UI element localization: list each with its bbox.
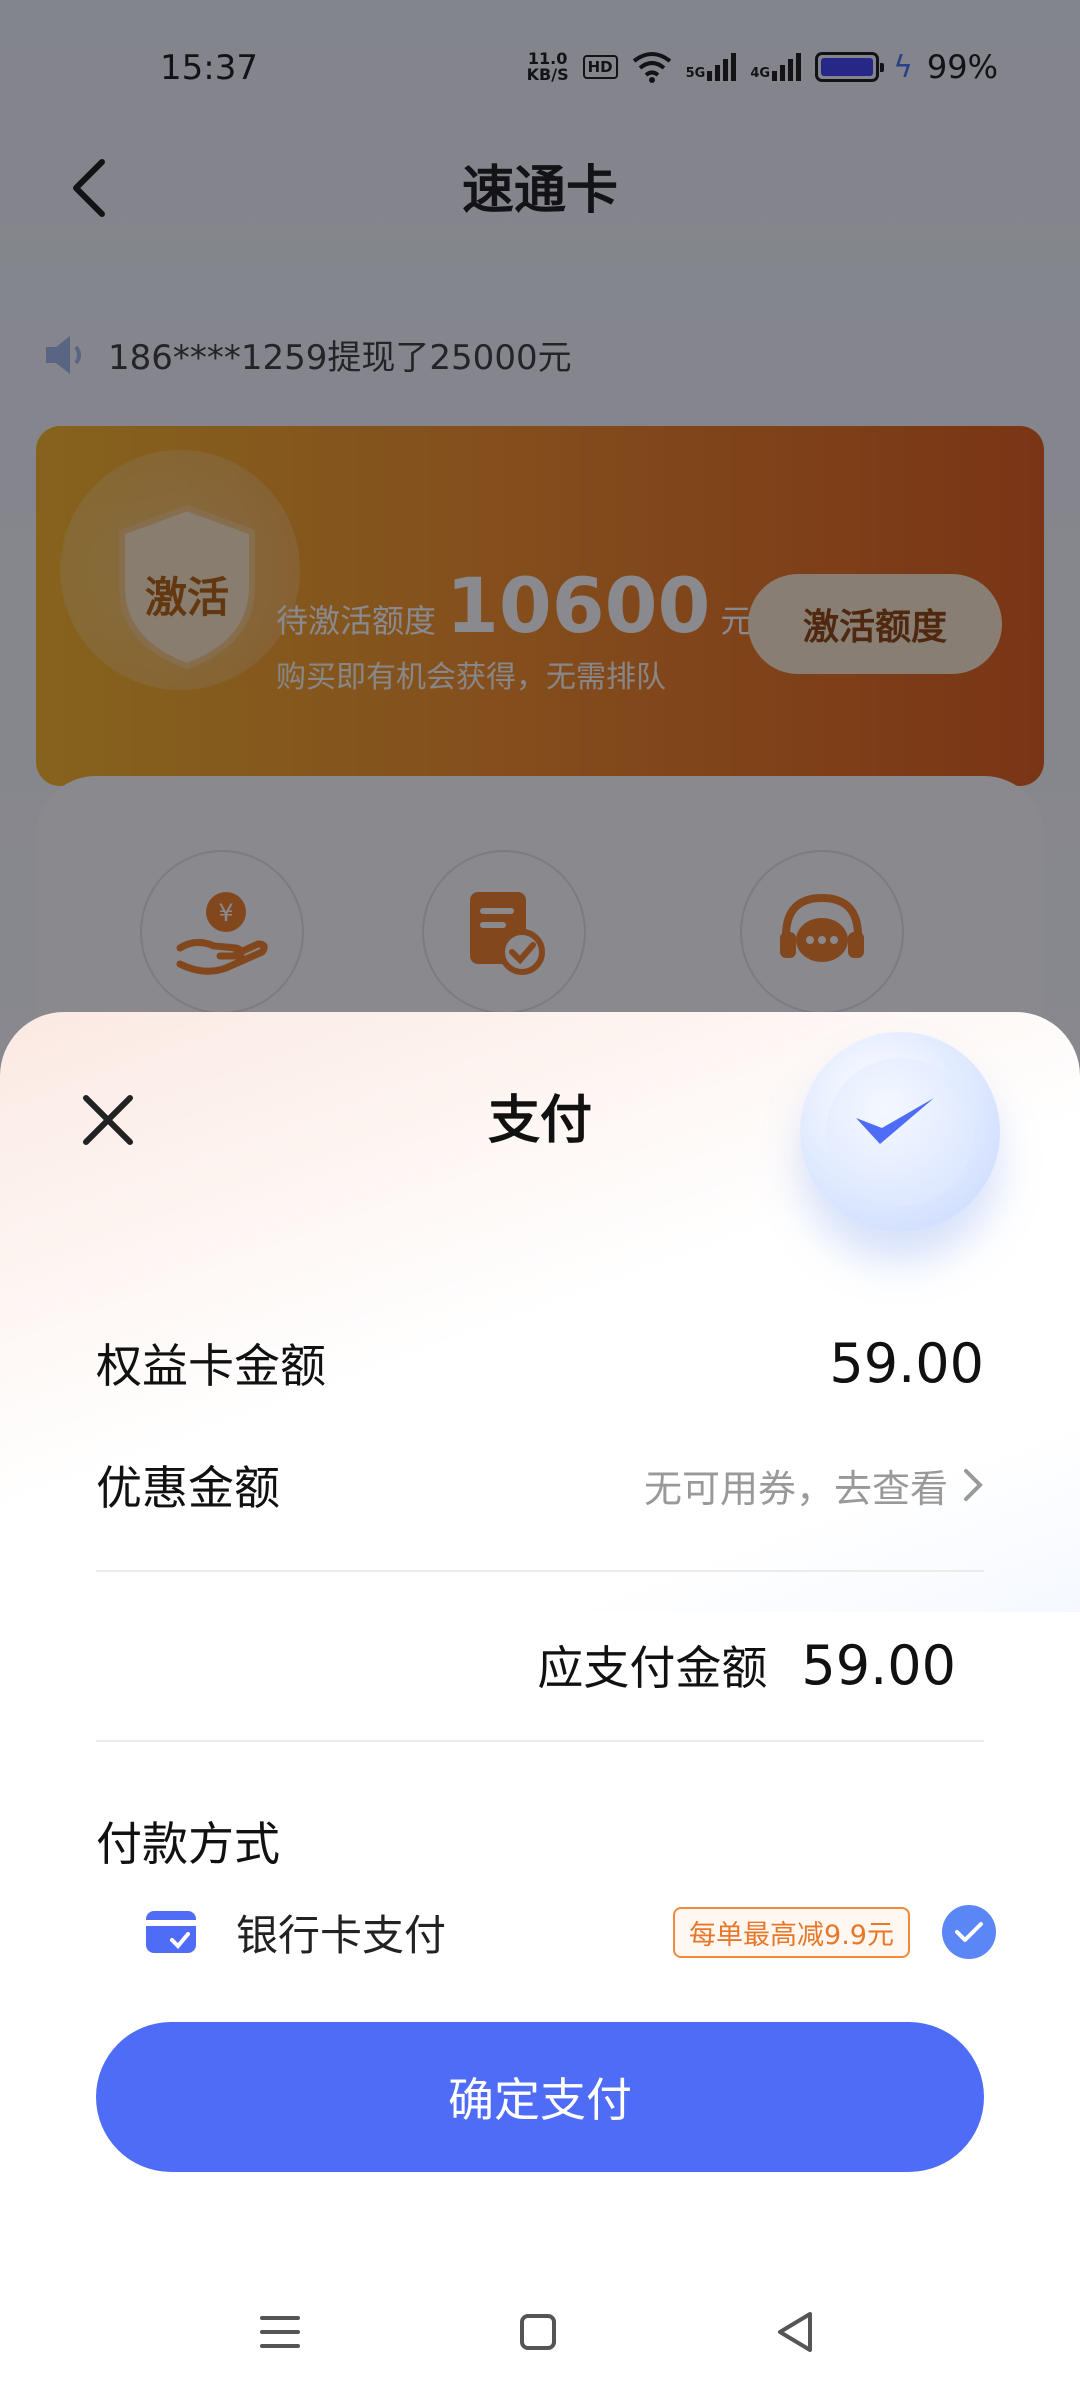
divider <box>96 1740 984 1742</box>
home-icon[interactable] <box>508 2302 568 2362</box>
bank-card-option[interactable]: 银行卡支付 每单最高减9.9元 <box>146 1892 996 1972</box>
system-nav-bar <box>0 2292 1080 2372</box>
card-amount-value: 59.00 <box>829 1331 984 1395</box>
card-amount-row: 权益卡金额 59.00 <box>96 1330 984 1396</box>
bank-card-icon <box>146 1911 196 1953</box>
discount-badge: 每单最高减9.9元 <box>673 1906 910 1958</box>
card-amount-label: 权益卡金额 <box>96 1339 326 1393</box>
sheet-background <box>0 1612 1080 2400</box>
total-row: 应支付金额 59.00 <box>96 1632 956 1698</box>
pay-method-label: 付款方式 <box>96 1817 280 1871</box>
discount-link[interactable]: 无可用券，去查看 <box>644 1458 984 1513</box>
discount-row[interactable]: 优惠金额 无可用券，去查看 <box>96 1452 984 1518</box>
total-label: 应支付金额 <box>537 1641 768 1695</box>
chevron-right-icon <box>964 1469 983 1501</box>
checkmark-coin-icon <box>800 1032 1000 1232</box>
discount-hint: 无可用券，去查看 <box>643 1466 948 1511</box>
divider <box>96 1570 984 1572</box>
back-triangle-icon[interactable] <box>766 2302 826 2362</box>
confirm-pay-button[interactable]: 确定支付 <box>96 2022 984 2172</box>
total-value: 59.00 <box>801 1633 956 1697</box>
discount-label: 优惠金额 <box>96 1461 280 1515</box>
pay-option-label: 银行卡支付 <box>236 1910 447 1960</box>
menu-icon[interactable] <box>250 2302 310 2362</box>
selected-check-icon[interactable] <box>942 1905 996 1959</box>
payment-sheet: 支付 权益卡金额 59.00 优惠金额 无可用券，去查看 应支付金额 59.00… <box>0 1012 1080 2400</box>
